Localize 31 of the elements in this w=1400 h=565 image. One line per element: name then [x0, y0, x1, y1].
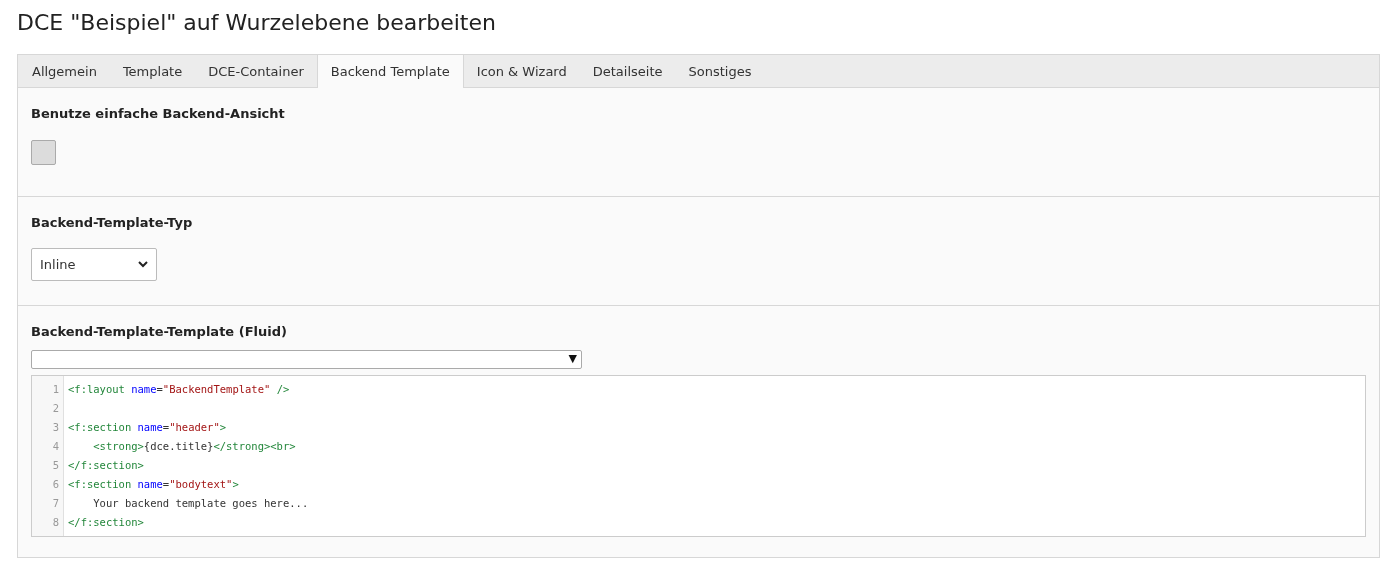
code-line: <f:section name="header"> [68, 420, 227, 433]
chevron-down-icon [138, 261, 148, 268]
tab[interactable]: Template [109, 55, 196, 88]
tab[interactable]: Icon & Wizard [463, 55, 580, 88]
template-picker[interactable]: ▼ [31, 349, 582, 369]
tab[interactable]: Detailseite [579, 55, 676, 88]
tab[interactable]: DCE-Container [195, 55, 317, 88]
select-field[interactable]: Inline [31, 248, 157, 281]
code-line: <f:layout name="BackendTemplate" /> [68, 382, 290, 395]
line-number: 4 [51, 438, 59, 454]
line-number: 8 [51, 514, 59, 530]
code-line: <strong>{dce.title}</strong><br> [93, 439, 296, 452]
code-editor[interactable]: 1 2 3 4 5 6 7 8 <f:layout name="BackendTemplate" /> <f:section name="header"> <strong>{dce.title}</strong><br> </f:section> <f:section name="bodytext"> Your backend template goes here... </f:section> [31, 374, 1366, 537]
field-label: Backend-Template-Typ [31, 213, 193, 232]
line-number: 7 [51, 495, 59, 511]
code-line: </f:section> [68, 515, 144, 528]
line-number: 3 [51, 419, 59, 435]
line-number: 6 [51, 476, 59, 492]
tab[interactable]: Backend Template [316, 54, 464, 88]
code-line: </f:section> [68, 458, 144, 471]
checkbox[interactable] [31, 139, 56, 165]
code-line: <f:section name="bodytext"> [68, 477, 239, 490]
field-label: Backend-Template-Template (Fluid) [31, 323, 287, 341]
line-number: 1 [51, 381, 59, 397]
tab[interactable]: Sonstiges [675, 55, 765, 88]
field-label: Benutze einfache Backend-Ansicht [31, 105, 285, 123]
line-number: 5 [51, 457, 59, 473]
line-number: 2 [51, 400, 59, 416]
page-title: DCE "Beispiel" auf Wurzelebene bearbeiten [17, 9, 496, 37]
code-line: Your backend template goes here... [93, 496, 309, 509]
tab[interactable]: Allgemein [19, 55, 110, 88]
